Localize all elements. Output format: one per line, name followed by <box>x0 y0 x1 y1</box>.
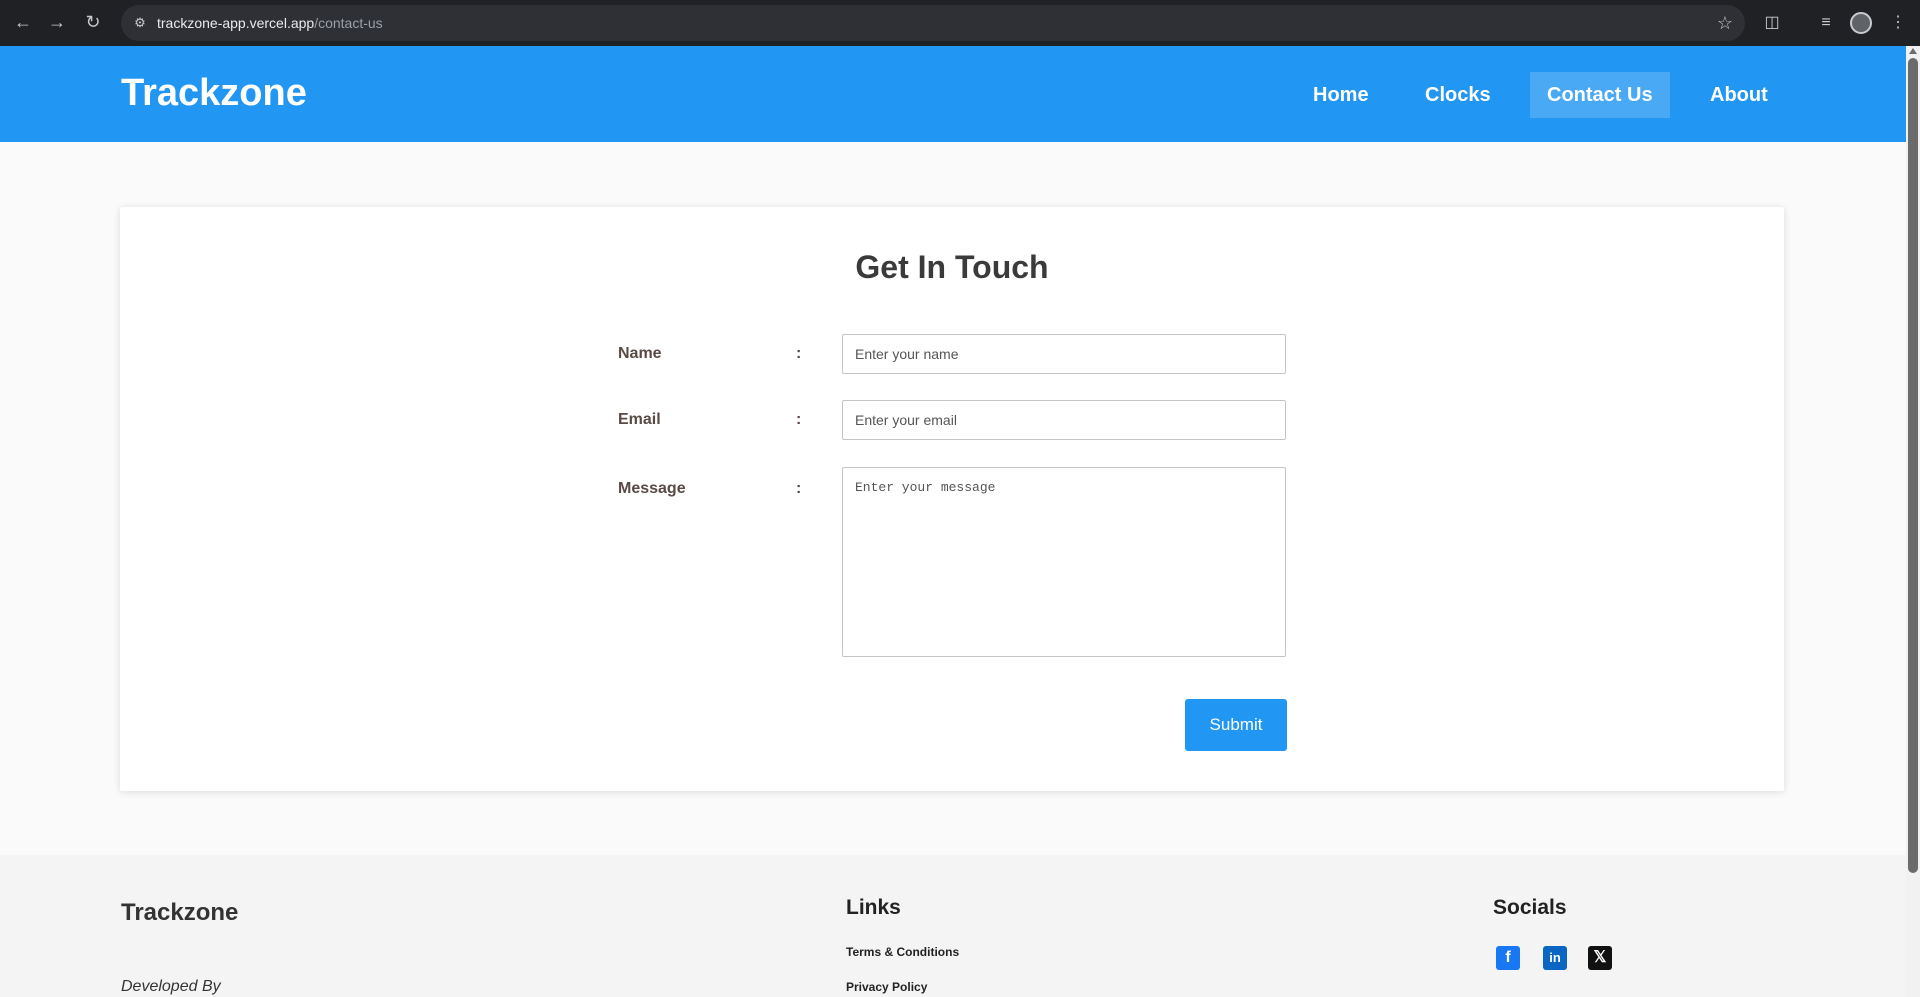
message-field[interactable] <box>842 467 1286 657</box>
submit-button[interactable]: Submit <box>1185 699 1287 751</box>
nav-about[interactable]: About <box>1693 72 1785 118</box>
name-label: Name <box>618 345 662 362</box>
footer-socials-heading: Socials <box>1493 896 1567 919</box>
star-icon[interactable]: ☆ <box>1717 12 1733 34</box>
site-footer: Trackzone Developed By Links Terms & Con… <box>0 855 1906 997</box>
linkedin-icon[interactable]: in <box>1543 946 1567 970</box>
browser-toolbar: ← → ↻ ⚙ trackzone-app.vercel.app/contact… <box>0 0 1920 46</box>
media-controls-icon[interactable]: ≡ <box>1814 11 1838 35</box>
site-info-icon[interactable]: ⚙ <box>131 14 149 32</box>
name-field[interactable] <box>842 334 1286 374</box>
reload-icon[interactable]: ↻ <box>80 9 106 35</box>
url-text[interactable]: trackzone-app.vercel.app/contact-us <box>157 14 383 32</box>
page-scrollbar[interactable] <box>1906 46 1920 997</box>
scrollbar-thumb[interactable] <box>1908 58 1918 873</box>
nav-contact-us[interactable]: Contact Us <box>1530 72 1670 118</box>
name-input[interactable] <box>843 335 1285 373</box>
page-title: Get In Touch <box>855 249 1049 285</box>
message-label: Message <box>618 480 686 497</box>
site-logo[interactable]: Trackzone <box>121 70 307 116</box>
email-input[interactable] <box>843 401 1285 439</box>
profile-avatar[interactable] <box>1850 12 1872 34</box>
footer-brand: Trackzone <box>121 899 239 926</box>
forward-arrow-icon[interactable]: → <box>44 9 70 35</box>
message-textarea[interactable] <box>843 468 1285 656</box>
nav-home[interactable]: Home <box>1296 72 1386 118</box>
email-colon: : <box>796 411 802 428</box>
address-bar[interactable]: ⚙ trackzone-app.vercel.app/contact-us ☆ <box>121 5 1745 41</box>
footer-link-privacy[interactable]: Privacy Policy <box>846 980 927 994</box>
facebook-icon[interactable]: f <box>1496 946 1520 970</box>
developed-by-text: Developed By <box>121 978 221 995</box>
email-field[interactable] <box>842 400 1286 440</box>
footer-links-heading: Links <box>846 896 901 919</box>
site-header: Trackzone Home Clocks Contact Us About <box>0 46 1906 142</box>
extensions-icon[interactable]: ◫ <box>1760 11 1784 35</box>
back-arrow-icon[interactable]: ← <box>10 9 36 35</box>
name-colon: : <box>796 345 802 362</box>
x-twitter-icon[interactable]: 𝕏 <box>1588 946 1612 970</box>
email-label: Email <box>618 411 661 428</box>
message-colon: : <box>796 480 802 497</box>
contact-card: Get In Touch Name : Email : Message : Su… <box>120 207 1784 791</box>
more-menu-icon[interactable]: ⋮ <box>1886 11 1910 35</box>
scroll-up-arrow-icon[interactable] <box>1909 48 1917 54</box>
nav-clocks[interactable]: Clocks <box>1408 72 1508 118</box>
footer-link-terms[interactable]: Terms & Conditions <box>846 945 959 959</box>
